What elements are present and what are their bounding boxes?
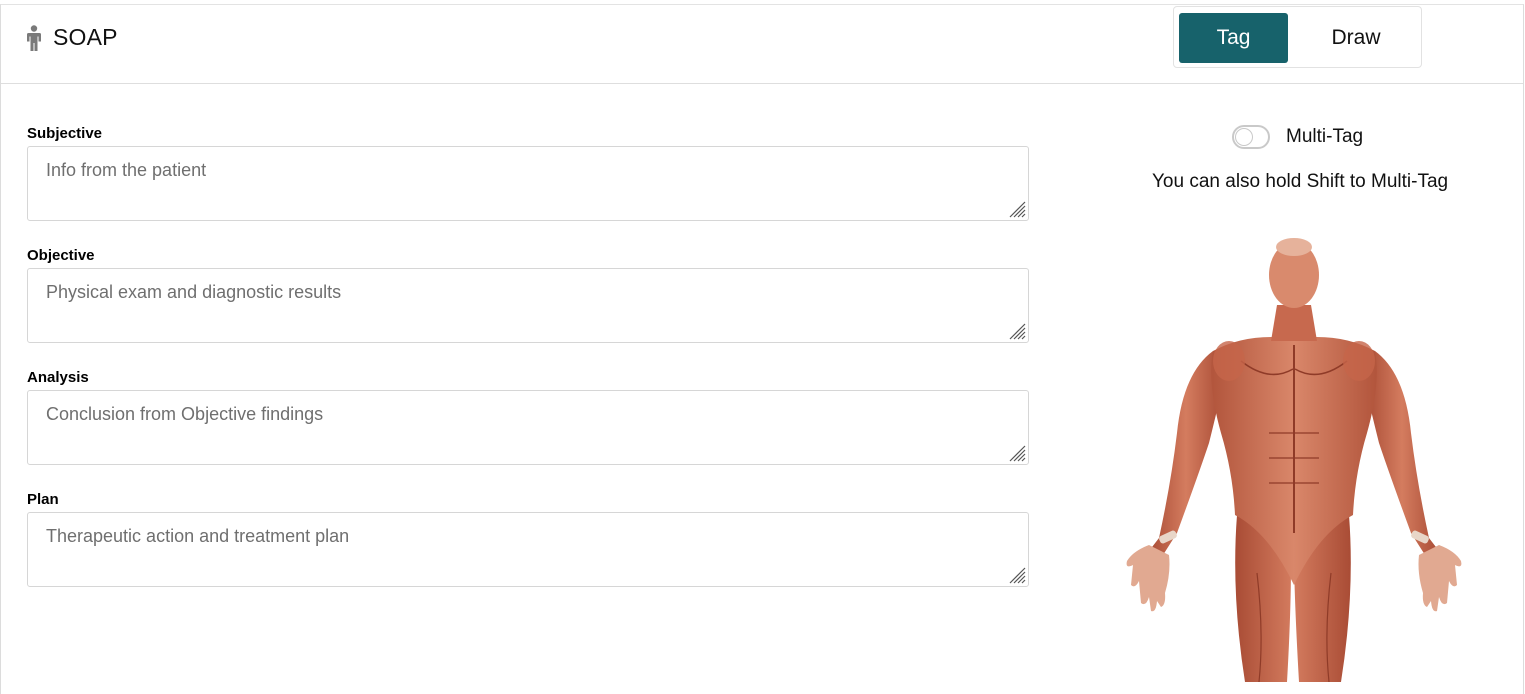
subjective-input[interactable] <box>28 147 1028 220</box>
header-bar: SOAP Tag Draw <box>1 5 1523 84</box>
resize-handle-icon[interactable] <box>1009 445 1026 462</box>
resize-handle-icon[interactable] <box>1009 323 1026 340</box>
subjective-label: Subjective <box>27 125 103 142</box>
anatomy-body-figure[interactable] <box>1119 233 1469 682</box>
mode-toggle-group: Tag Draw <box>1173 6 1422 68</box>
analysis-label: Analysis <box>27 369 89 386</box>
resize-handle-icon[interactable] <box>1009 567 1026 584</box>
plan-field-box <box>27 512 1029 587</box>
multitag-hint: You can also hold Shift to Multi-Tag <box>1152 171 1449 192</box>
multitag-label: Multi-Tag <box>1286 126 1364 147</box>
switch-knob <box>1235 128 1253 146</box>
page-title: SOAP <box>53 24 118 50</box>
body-figure-shape <box>1126 238 1462 682</box>
analysis-field-box <box>27 390 1029 465</box>
objective-field-box <box>27 268 1029 343</box>
soap-panel: SOAP Tag Draw Subjective Objective Analy… <box>0 4 1524 694</box>
objective-input[interactable] <box>28 269 1028 342</box>
plan-input[interactable] <box>28 513 1028 586</box>
multitag-switch[interactable] <box>1232 125 1270 149</box>
resize-handle-icon[interactable] <box>1009 201 1026 218</box>
person-icon <box>27 25 41 51</box>
tag-mode-button[interactable]: Tag <box>1179 13 1288 63</box>
plan-label: Plan <box>27 491 59 508</box>
objective-label: Objective <box>27 247 95 264</box>
analysis-input[interactable] <box>28 391 1028 464</box>
draw-mode-button[interactable]: Draw <box>1300 13 1412 63</box>
subjective-field-box <box>27 146 1029 221</box>
